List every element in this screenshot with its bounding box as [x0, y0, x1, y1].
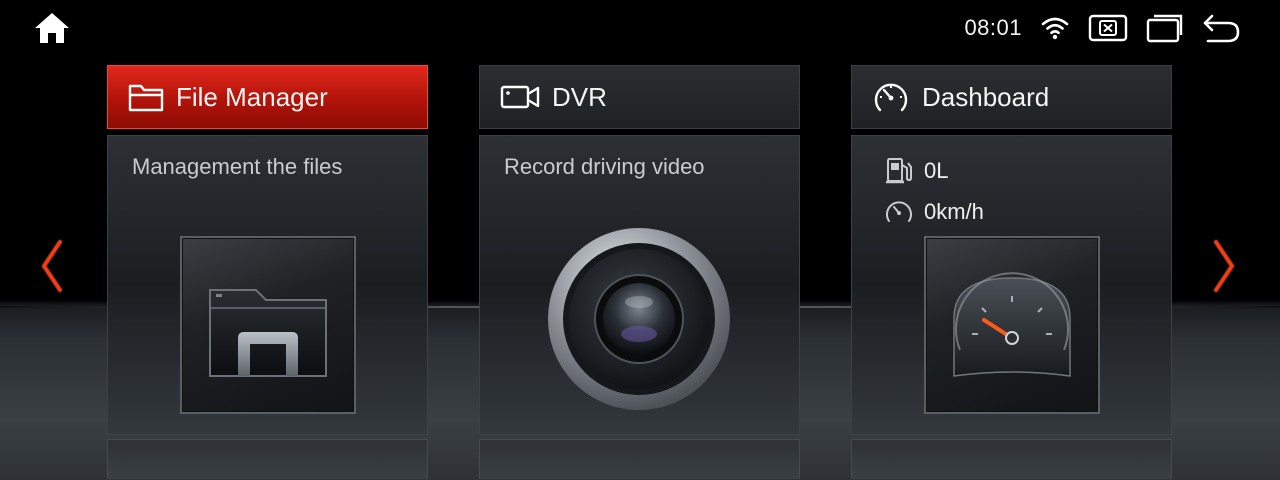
- card-dashboard[interactable]: Dashboard 0L 0km/h: [851, 65, 1172, 479]
- card-description: Record driving video: [504, 154, 705, 179]
- fuel-pump-icon: [886, 158, 912, 184]
- back-icon: [1203, 14, 1240, 43]
- camera-lens-icon: [548, 228, 730, 410]
- card-title: Dashboard: [922, 81, 1050, 112]
- card-reflection: [107, 439, 428, 479]
- card-description: Management the files: [132, 154, 343, 179]
- card-reflection: [851, 439, 1172, 479]
- chevron-left-icon: [41, 239, 63, 293]
- back-button[interactable]: [1202, 12, 1242, 44]
- speedometer-icon: [874, 83, 908, 112]
- speed-icon: [886, 201, 912, 222]
- card-dvr[interactable]: DVR Record driving video: [479, 65, 800, 479]
- card-title: DVR: [552, 81, 607, 112]
- camera-icon: [500, 85, 540, 109]
- card-file-manager[interactable]: File Manager Management the files: [107, 65, 428, 479]
- card-body-file-manager: Management the files: [107, 135, 428, 435]
- card-header-dashboard[interactable]: Dashboard: [851, 65, 1172, 129]
- prev-page-button[interactable]: [36, 236, 68, 296]
- card-body-dvr: Record driving video: [479, 135, 800, 435]
- card-header-file-manager[interactable]: File Manager: [107, 65, 428, 129]
- card-header-dvr[interactable]: DVR: [479, 65, 800, 129]
- fuel-readout: 0L: [884, 156, 948, 186]
- gauge-icon: [924, 236, 1100, 414]
- file-manager-app-icon: [180, 236, 356, 414]
- card-reflection: [479, 439, 800, 479]
- fuel-value: 0L: [924, 158, 949, 183]
- folder-icon: [128, 84, 164, 112]
- status-bar: 08:01: [964, 8, 1242, 48]
- close-window-icon: [1088, 14, 1128, 42]
- speed-value: 0km/h: [924, 199, 984, 224]
- close-window-button[interactable]: [1088, 14, 1128, 42]
- clock: 08:01: [964, 15, 1022, 40]
- card-body-dashboard: 0L 0km/h: [851, 135, 1172, 435]
- next-page-button[interactable]: [1208, 236, 1240, 296]
- home-icon: [35, 13, 69, 43]
- card-title: File Manager: [176, 81, 328, 112]
- chevron-right-icon: [1213, 239, 1235, 293]
- wifi-icon: [1041, 17, 1069, 40]
- recent-apps-button[interactable]: [1146, 13, 1184, 43]
- home-button[interactable]: [32, 10, 72, 46]
- home-screen: 08:01 File Manager Management the files …: [0, 0, 1280, 480]
- recent-apps-icon: [1146, 14, 1183, 43]
- speed-readout: 0km/h: [884, 198, 984, 226]
